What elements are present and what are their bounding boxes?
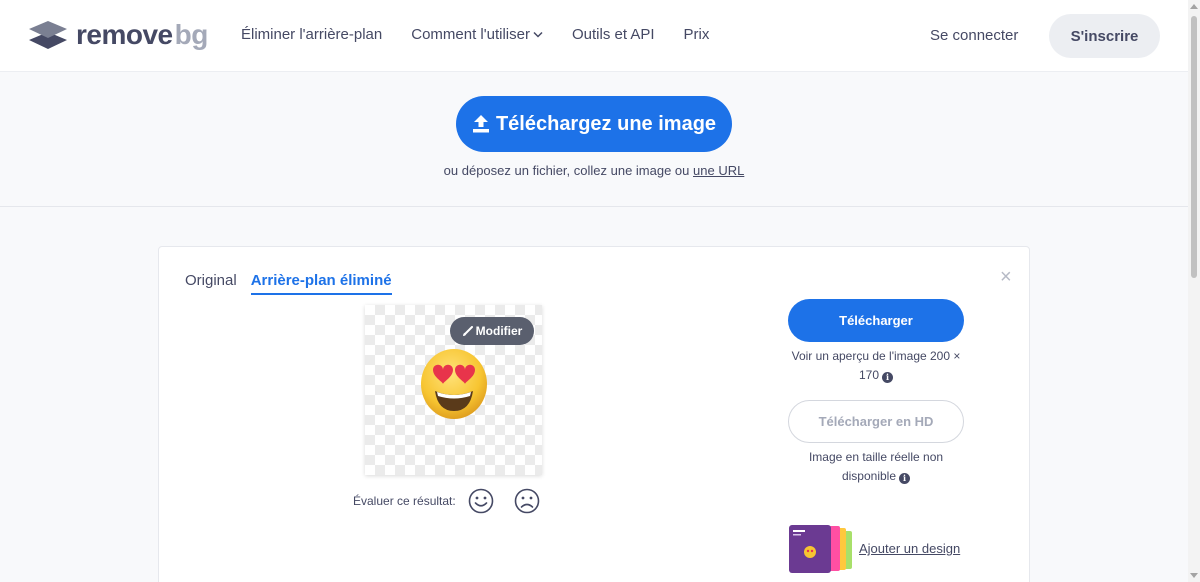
scroll-up-arrow-icon[interactable]	[1190, 4, 1198, 9]
frowning-face-icon[interactable]	[514, 488, 540, 514]
nav-tools-api[interactable]: Outils et API	[572, 26, 655, 43]
login-link[interactable]: Se connecter	[930, 27, 1018, 44]
signup-button[interactable]: S'inscrire	[1049, 14, 1160, 58]
download-hd-info: Image en taille réelle non disponible i	[808, 450, 944, 484]
scrollbar-thumb[interactable]	[1191, 16, 1197, 278]
main-nav: Éliminer l'arrière-plan Comment l'utilis…	[241, 26, 738, 43]
add-design-link[interactable]: Ajouter un design	[859, 541, 960, 556]
result-preview: Modifier	[365, 305, 542, 475]
upload-arrow-icon	[472, 115, 489, 133]
info-icon[interactable]: i	[899, 473, 911, 484]
result-card: Original Arrière-plan éliminé × Modifier…	[158, 246, 1030, 582]
rate-label: Évaluer ce résultat:	[353, 494, 456, 508]
brush-icon	[462, 325, 473, 336]
heart-eyes-emoji	[421, 349, 487, 419]
upload-hint: ou déposez un fichier, collez une image …	[443, 163, 745, 178]
download-preview-info: Voir un aperçu de l'image 200 × 170 i	[791, 349, 961, 383]
page-scrollbar[interactable]	[1188, 0, 1200, 582]
modify-button[interactable]: Modifier	[450, 317, 534, 345]
info-icon[interactable]: i	[882, 372, 894, 383]
logo-text: removebg	[76, 19, 208, 50]
nav-how-to-use[interactable]: Comment l'utiliser	[411, 26, 543, 43]
tab-background-removed[interactable]: Arrière-plan éliminé	[250, 272, 392, 295]
chevron-down-icon	[533, 31, 543, 38]
rating-row: Évaluer ce résultat:	[353, 488, 560, 514]
layers-logo-icon	[29, 21, 67, 49]
download-button[interactable]: Télécharger	[788, 299, 964, 342]
result-tabs: Original Arrière-plan éliminé	[185, 272, 406, 295]
smiley-face-icon[interactable]	[468, 488, 494, 514]
logo[interactable]: removebg	[28, 19, 208, 51]
upload-image-button[interactable]: Téléchargez une image	[456, 96, 732, 152]
url-link[interactable]: une URL	[693, 163, 744, 178]
download-hd-button[interactable]: Télécharger en HD	[788, 400, 964, 443]
tab-original[interactable]: Original	[185, 272, 237, 295]
nav-pricing[interactable]: Prix	[684, 26, 710, 43]
top-header: removebg Éliminer l'arrière-plan Comment…	[0, 0, 1188, 72]
nav-remove-background[interactable]: Éliminer l'arrière-plan	[241, 26, 382, 43]
upload-section: Téléchargez une image ou déposez un fich…	[0, 73, 1188, 207]
design-stack-icon[interactable]	[789, 525, 854, 573]
upload-button-label: Téléchargez une image	[495, 112, 717, 135]
scroll-down-arrow-icon[interactable]	[1190, 573, 1198, 578]
close-icon[interactable]: ×	[1000, 267, 1012, 287]
